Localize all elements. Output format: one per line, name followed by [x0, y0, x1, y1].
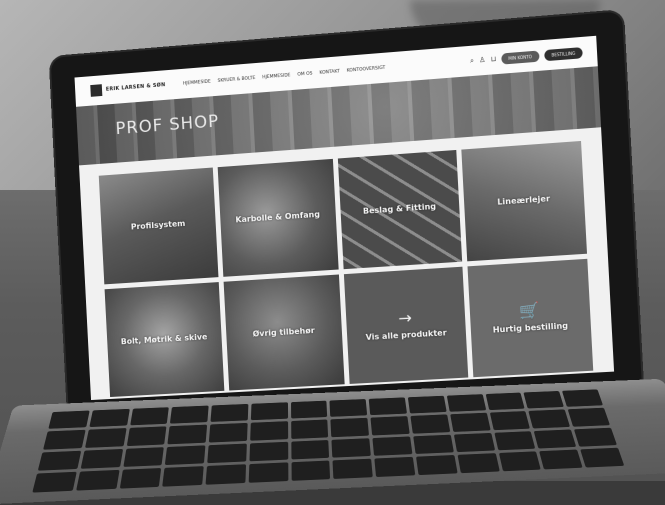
tile-label: Beslag & Fitting: [357, 202, 443, 218]
category-tile-linearlejer[interactable]: Lineærlejer: [461, 141, 587, 261]
tile-label: Lineærlejer: [491, 194, 557, 209]
logo-icon[interactable]: [90, 84, 102, 97]
nav-item[interactable]: HJEMMESIDE: [183, 79, 211, 86]
category-tile-profilsystem[interactable]: Profilsystem: [99, 168, 218, 284]
photo-scene: ERIK LARSEN & SØN HJEMMESIDE SKRUER & BO…: [0, 0, 665, 481]
hero-title: PROF SHOP: [115, 112, 219, 140]
nav-item[interactable]: KONTOOVERSIGT: [347, 65, 386, 73]
category-grid: Profilsystem Karbolle & Omfang Beslag & …: [99, 141, 594, 397]
category-tile-tilbehor[interactable]: Øvrig tilbehør: [223, 274, 345, 391]
category-tile-all-products[interactable]: → Vis alle produkter: [344, 266, 468, 384]
category-tile-bolt[interactable]: Bolt, Møtrik & skive: [105, 282, 224, 397]
tile-label: Vis alle produkter: [359, 328, 453, 343]
brand-name[interactable]: ERIK LARSEN & SØN: [106, 82, 166, 93]
account-button[interactable]: MIN KONTO: [501, 50, 539, 64]
nav-item[interactable]: OM OS: [297, 71, 312, 77]
nav-item[interactable]: SKRUER & BOLTE: [217, 75, 255, 83]
order-button[interactable]: BESTILLING: [544, 47, 583, 61]
keyboard: [32, 389, 624, 492]
tile-label: Hurtig bestilling: [486, 321, 574, 336]
nav-item[interactable]: HJEMMESIDE: [262, 73, 290, 80]
user-icon[interactable]: ♙: [479, 56, 486, 65]
category-tile-beslag[interactable]: Beslag & Fitting: [338, 150, 462, 269]
search-icon[interactable]: ⌕: [470, 56, 474, 65]
tile-label: Profilsystem: [125, 219, 192, 233]
nav-item[interactable]: KONTAKT: [319, 69, 340, 76]
arrow-right-icon: →: [398, 310, 412, 327]
cart-icon: 🛒: [519, 302, 540, 319]
main-nav: HJEMMESIDE SKRUER & BOLTE HJEMMESIDE OM …: [183, 65, 386, 86]
header-tools: ⌕ ♙ ⊔ MIN KONTO BESTILLING: [470, 47, 583, 67]
tile-label: Karbolle & Omfang: [229, 210, 326, 226]
laptop-lid: ERIK LARSEN & SØN HJEMMESIDE SKRUER & BO…: [51, 11, 643, 425]
tile-label: Øvrig tilbehør: [247, 325, 321, 339]
tile-label: Bolt, Møtrik & skive: [115, 332, 214, 348]
category-tile-karbolle[interactable]: Karbolle & Omfang: [217, 159, 338, 277]
cart-icon[interactable]: ⊔: [490, 55, 496, 64]
laptop-screen: ERIK LARSEN & SØN HJEMMESIDE SKRUER & BO…: [75, 36, 615, 400]
category-tile-quick-order[interactable]: 🛒 Hurtig bestilling: [467, 258, 593, 377]
